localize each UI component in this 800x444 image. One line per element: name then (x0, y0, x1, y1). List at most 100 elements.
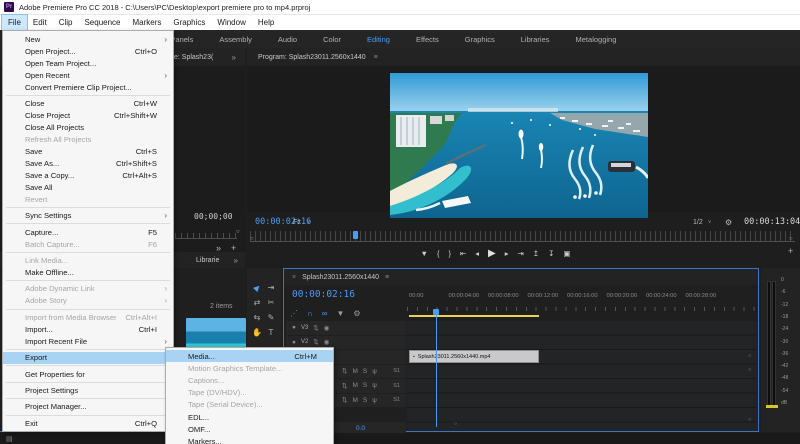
export-frame-button[interactable]: ▣ (563, 249, 570, 258)
sync-lock-icon[interactable]: ⇅ (342, 396, 347, 404)
work-area-bar[interactable] (409, 315, 539, 317)
menubar-item[interactable]: Window (211, 15, 251, 30)
voiceover-mic-icon[interactable]: ψ (372, 382, 377, 389)
play-button[interactable]: ▶ (488, 248, 496, 259)
go-to-out-button[interactable]: ⇥ (518, 249, 524, 258)
file-menu-item[interactable]: Adobe Story › (3, 295, 173, 307)
nest-toggle-icon[interactable]: ⋰ (290, 309, 298, 318)
razor-tool[interactable]: ✂ (264, 295, 278, 310)
step-forward-button[interactable]: ▸ (505, 249, 509, 258)
panel-overflow-icon[interactable]: » (232, 53, 235, 62)
voiceover-mic-icon[interactable]: ψ (372, 368, 377, 375)
add-marker-icon[interactable]: ▼ (336, 309, 344, 318)
extract-button[interactable]: ↧ (548, 249, 554, 258)
close-icon[interactable]: × (292, 274, 296, 281)
file-menu-item[interactable]: Make Offline... (3, 267, 173, 279)
timeline-tab-label[interactable]: Splash23011.2560x1440 (302, 274, 379, 281)
menubar-item[interactable]: File (2, 15, 27, 30)
add-button-icon[interactable]: + (788, 246, 793, 256)
menubar-item[interactable]: Markers (127, 15, 168, 30)
file-menu-item[interactable]: Close Project Ctrl+Shift+W (3, 109, 173, 121)
file-menu-item[interactable]: Capture... F5 (3, 226, 173, 238)
file-menu-item[interactable]: Project Manager... (3, 401, 173, 413)
workspace-tab[interactable]: Assembly (219, 35, 252, 44)
solo-button[interactable]: S (363, 382, 367, 389)
mark-in-button[interactable]: { (437, 249, 440, 258)
timeline-playhead-handle[interactable] (433, 309, 439, 315)
workspace-tab[interactable]: Color (323, 35, 341, 44)
workspace-tab[interactable]: Audio (278, 35, 297, 44)
export-submenu-item[interactable]: Captions... (166, 374, 333, 386)
menubar-item[interactable]: Clip (53, 15, 79, 30)
mark-out-button[interactable]: } (448, 249, 451, 258)
file-menu-item[interactable]: Adobe Dynamic Link › (3, 283, 173, 295)
file-menu-item[interactable]: Import... Ctrl+I (3, 323, 173, 335)
source-timecode[interactable]: 00;00;00 (194, 212, 233, 221)
program-scrubber[interactable] (250, 231, 795, 242)
export-submenu-item[interactable]: OMF... (166, 423, 333, 435)
source-scrubber[interactable] (175, 233, 237, 239)
sync-lock-icon[interactable]: ⇅ (313, 324, 318, 332)
playback-resolution-select[interactable]: 1/2 ∨ (693, 219, 711, 226)
file-menu-item[interactable]: Link Media... (3, 255, 173, 267)
menubar-item[interactable]: Sequence (78, 15, 126, 30)
type-tool[interactable]: T (264, 325, 278, 340)
workspace-tab[interactable]: Metalogging (576, 35, 617, 44)
export-submenu-item[interactable]: Motion Graphics Template... (166, 362, 333, 374)
solo-button[interactable]: S (363, 397, 367, 404)
file-menu-item[interactable]: Save As... Ctrl+Shift+S (3, 157, 173, 169)
track-collapse-dot-icon[interactable]: ○ (748, 367, 751, 373)
file-menu-item[interactable]: Exit Ctrl+Q (3, 417, 173, 429)
track-collapse-dot-icon[interactable]: ○ (748, 417, 751, 423)
file-menu-item[interactable]: Refresh All Projects (3, 133, 173, 145)
scrubber-end-icon[interactable]: ○ (789, 236, 793, 242)
step-back-button[interactable]: ◂ (475, 249, 479, 258)
file-menu-item[interactable]: Open Team Project... (3, 57, 173, 69)
file-menu-item[interactable]: Sync Settings › (3, 210, 173, 222)
project-tab-label[interactable]: Librarie (196, 257, 219, 264)
export-submenu-item[interactable]: Markers... (166, 435, 333, 444)
file-menu-item[interactable]: Import from Media Browser Ctrl+Alt+I (3, 311, 173, 323)
sync-lock-icon[interactable]: ⇅ (313, 338, 318, 346)
workspace-tab[interactable]: Libraries (521, 35, 550, 44)
file-menu-item[interactable]: Open Project... Ctrl+O (3, 45, 173, 57)
hand-tool[interactable]: ✋ (250, 325, 264, 340)
video-track-header[interactable]: ● V3 ⇅ ◉ (286, 321, 406, 335)
track-lock-icon[interactable]: ● (292, 324, 296, 331)
workspace-tab[interactable]: Graphics (465, 35, 495, 44)
pen-tool[interactable]: ✎ (264, 310, 278, 325)
export-submenu-item[interactable]: Tape (Serial Device)... (166, 399, 333, 411)
panel-menu-icon[interactable]: ≡ (385, 274, 389, 281)
workspace-tab[interactable]: Effects (416, 35, 439, 44)
timeline-settings-wrench-icon[interactable]: ⚙ (353, 309, 360, 318)
mute-button[interactable]: M (352, 382, 357, 389)
linked-selection-icon[interactable]: ∞ (322, 309, 328, 318)
file-menu-item[interactable]: Save All (3, 181, 173, 193)
menubar-item[interactable]: Edit (27, 15, 53, 30)
source-tab-label[interactable]: e: Splash23( (174, 54, 213, 61)
mute-button[interactable]: M (352, 368, 357, 375)
add-marker-button[interactable]: ▼ (421, 249, 428, 258)
file-menu-item[interactable]: Convert Premiere Clip Project... (3, 81, 173, 93)
sync-lock-icon[interactable]: ⇅ (342, 367, 347, 375)
file-menu-item[interactable]: New › (3, 33, 173, 45)
file-menu-item[interactable]: Close All Projects (3, 121, 173, 133)
wrench-icon[interactable]: ⚙ (725, 218, 732, 227)
track-lock-icon[interactable]: ● (292, 339, 296, 346)
slip-tool[interactable]: ⇆ (250, 310, 264, 325)
file-menu-item[interactable]: Batch Capture... F6 (3, 238, 173, 250)
lift-button[interactable]: ↥ (533, 249, 539, 258)
go-to-in-button[interactable]: ⇤ (460, 249, 466, 258)
timeline-track-lanes[interactable] (407, 321, 757, 431)
program-playhead[interactable] (353, 231, 358, 239)
snap-toggle-icon[interactable]: ∩ (307, 309, 313, 318)
menubar-item[interactable]: Graphics (167, 15, 211, 30)
sync-lock-icon[interactable]: ⇅ (342, 382, 347, 390)
file-menu-item[interactable]: Import Recent File › (3, 335, 173, 347)
program-tab-label[interactable]: Program: Splash23011.2560x1440 (258, 54, 366, 61)
menubar-item[interactable]: Help (252, 15, 280, 30)
export-submenu-item[interactable]: EDL... (166, 411, 333, 423)
file-menu-item[interactable]: Export › (3, 352, 173, 364)
export-submenu-item[interactable]: Media... Ctrl+M (166, 350, 333, 362)
file-menu-item[interactable]: Save Ctrl+S (3, 145, 173, 157)
